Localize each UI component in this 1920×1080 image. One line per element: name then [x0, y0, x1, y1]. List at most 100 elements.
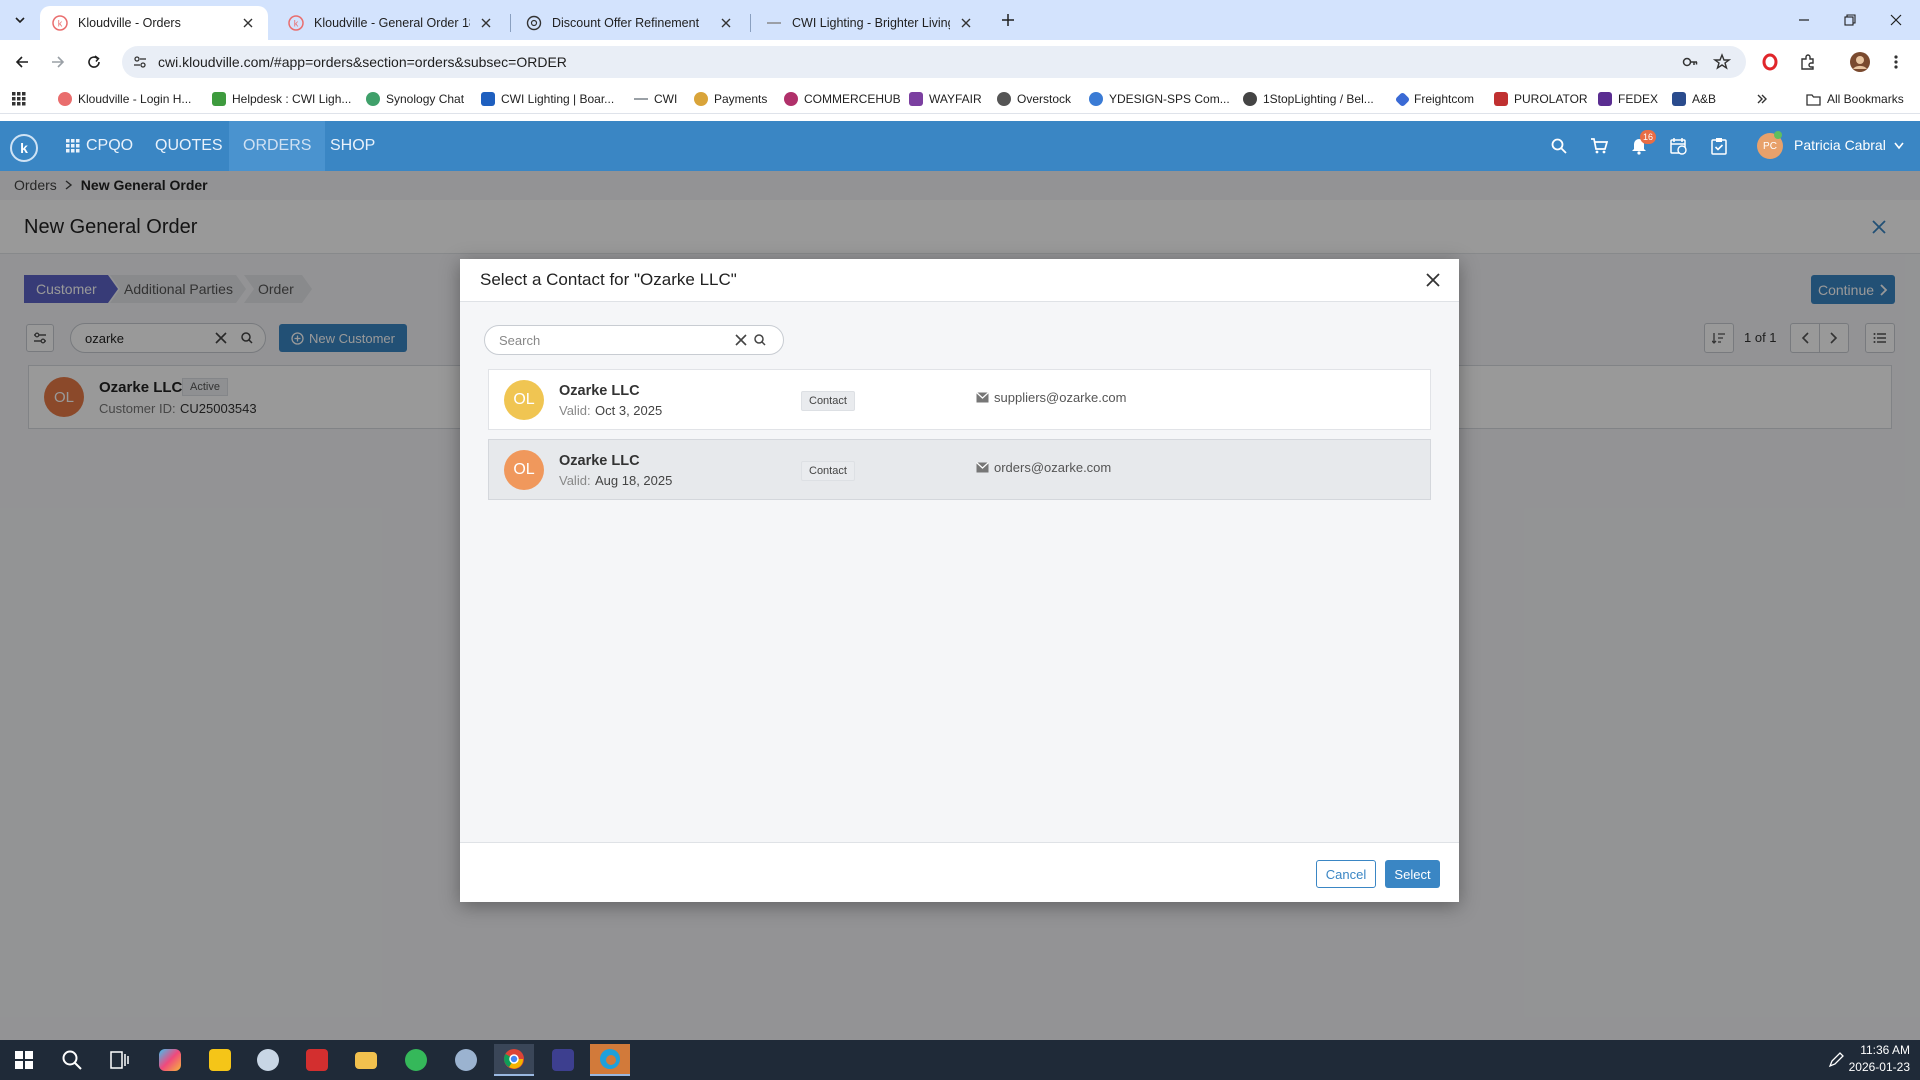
cancel-button[interactable]: Cancel	[1316, 860, 1376, 888]
bookmark-label: 1StopLighting / Bel...	[1263, 92, 1374, 106]
tab-search-chevron-icon[interactable]	[8, 8, 32, 32]
cart-icon[interactable]	[1587, 134, 1611, 158]
windows-start-icon[interactable]	[4, 1044, 44, 1076]
contact-valid-label: Valid:	[559, 473, 591, 488]
contact-list-item[interactable]: OL Ozarke LLC Valid: Oct 3, 2025 Contact…	[488, 369, 1431, 430]
close-icon[interactable]	[1423, 270, 1443, 290]
chat-app-icon[interactable]	[396, 1044, 436, 1076]
bookmark-label: CWI Lighting | Boar...	[501, 92, 615, 106]
all-bookmarks-folder[interactable]: All Bookmarks	[1806, 89, 1904, 109]
notification-badge: 16	[1640, 130, 1656, 144]
snipping-tool-icon[interactable]	[446, 1044, 486, 1076]
bookmark-a-and-b[interactable]: A&B	[1672, 89, 1716, 109]
cwi-bookmark-icon	[634, 98, 648, 100]
apps-grid-icon[interactable]	[12, 89, 26, 109]
bookmark-ydesign-sps[interactable]: YDESIGN-SPS Com...	[1089, 89, 1230, 109]
bookmark-label: A&B	[1692, 92, 1717, 106]
close-window-icon[interactable]	[1876, 6, 1916, 34]
nav-cpqo-label: CPQO	[86, 137, 134, 154]
app-launcher-icon[interactable]	[543, 1044, 583, 1076]
acrobat-reader-icon[interactable]	[297, 1044, 337, 1076]
site-settings-icon[interactable]	[132, 54, 148, 70]
bookmark-freightcom[interactable]: Freightcom	[1394, 89, 1474, 109]
search-icon[interactable]	[754, 334, 766, 346]
browser-menu-icon[interactable]	[1884, 50, 1908, 74]
close-tab-icon[interactable]	[240, 15, 256, 31]
user-menu[interactable]: Patricia Cabral	[1794, 137, 1904, 153]
tab-title: CWI Lighting - Brighter Living. S	[792, 16, 950, 30]
all-bookmarks-label: All Bookmarks	[1827, 92, 1904, 106]
profile-avatar-icon[interactable]	[1848, 50, 1872, 74]
reload-icon[interactable]	[82, 50, 106, 74]
contact-type-badge: Contact	[801, 391, 855, 411]
taskbar-date: 2026-01-23	[1848, 1060, 1910, 1074]
search-icon[interactable]	[1547, 134, 1571, 158]
contact-name: Ozarke LLC	[559, 453, 640, 469]
browser-tab-kloudville-orders[interactable]: k Kloudville - Orders	[40, 6, 268, 40]
fedex-bookmark-icon	[1598, 92, 1612, 106]
copilot-icon[interactable]	[150, 1044, 190, 1076]
folder-icon	[1806, 93, 1821, 106]
bookmark-purolator[interactable]: PUROLATOR	[1494, 89, 1588, 109]
close-tab-icon[interactable]	[958, 15, 974, 31]
bookmark-payments[interactable]: Payments	[694, 89, 767, 109]
browser-tab-cwi-lighting[interactable]: CWI Lighting - Brighter Living. S	[754, 6, 986, 40]
bookmark-cwi[interactable]: CWI	[634, 89, 677, 109]
clipboard-check-icon[interactable]	[1707, 134, 1731, 158]
synology-chat-bookmark-icon	[366, 92, 380, 106]
calendar-clock-icon[interactable]	[1667, 134, 1691, 158]
close-tab-icon[interactable]	[478, 15, 494, 31]
address-bar[interactable]: cwi.kloudville.com/#app=orders&section=o…	[122, 46, 1746, 78]
password-key-icon[interactable]	[1678, 50, 1702, 74]
extensions-puzzle-icon[interactable]	[1796, 50, 1820, 74]
browser-toolbar: cwi.kloudville.com/#app=orders&section=o…	[0, 40, 1920, 84]
bookmark-label: YDESIGN-SPS Com...	[1109, 92, 1230, 106]
bookmark-star-icon[interactable]	[1710, 50, 1734, 74]
more-bookmarks-chevron-icon[interactable]	[1756, 89, 1768, 109]
nav-quotes[interactable]: QUOTES	[145, 121, 233, 171]
nav-cpqo[interactable]: CPQO	[62, 121, 137, 171]
close-tab-icon[interactable]	[718, 15, 734, 31]
chrome-browser-icon[interactable]	[494, 1044, 534, 1076]
nav-orders[interactable]: ORDERS	[229, 121, 326, 171]
taskbar-time: 11:36 AM	[1860, 1043, 1910, 1057]
tab-separator	[510, 14, 511, 32]
tab-title: Kloudville - Orders	[78, 16, 181, 30]
opera-extension-icon[interactable]	[1758, 50, 1782, 74]
bookmark-cwi-lighting-board[interactable]: CWI Lighting | Boar...	[481, 89, 614, 109]
bookmark-fedex[interactable]: FEDEX	[1598, 89, 1658, 109]
sticky-notes-icon[interactable]	[200, 1044, 240, 1076]
modal-title: Select a Contact for "Ozarke LLC"	[480, 270, 737, 289]
bookmark-wayfair[interactable]: WAYFAIR	[909, 89, 982, 109]
bookmark-commercehub[interactable]: COMMERCEHUB	[784, 89, 901, 109]
bookmark-1stoplighting[interactable]: 1StopLighting / Bel...	[1243, 89, 1374, 109]
bookmark-label: COMMERCEHUB	[804, 92, 901, 106]
contact-avatar: OL	[504, 450, 544, 490]
restore-window-icon[interactable]	[1830, 6, 1870, 34]
browser-tab-discount-offer[interactable]: Discount Offer Refinement	[514, 6, 746, 40]
ai-chat-favicon-icon	[526, 15, 542, 31]
search-icon[interactable]	[52, 1044, 92, 1076]
back-arrow-icon[interactable]	[10, 50, 34, 74]
nav-shop[interactable]: SHOP	[320, 121, 385, 171]
bookmark-overstock[interactable]: Overstock	[997, 89, 1071, 109]
browser-tab-general-order[interactable]: k Kloudville - General Order 1817	[276, 6, 506, 40]
contact-search-field[interactable]	[484, 325, 784, 355]
contact-list-item-selected[interactable]: OL Ozarke LLC Valid: Aug 18, 2025 Contac…	[488, 439, 1431, 500]
bookmark-kloudville-login[interactable]: Kloudville - Login H...	[58, 89, 191, 109]
task-view-icon[interactable]	[100, 1044, 140, 1076]
clear-search-icon[interactable]	[735, 334, 747, 346]
bookmark-synology-chat[interactable]: Synology Chat	[366, 89, 464, 109]
select-button[interactable]: Select	[1385, 860, 1440, 888]
edge-browser-icon[interactable]	[590, 1044, 630, 1076]
kloudville-logo[interactable]: k	[10, 134, 38, 162]
freightcom-bookmark-icon	[1394, 91, 1411, 107]
minimize-window-icon[interactable]	[1784, 6, 1824, 34]
contact-search-input[interactable]	[499, 332, 729, 348]
paint-tool-icon[interactable]	[248, 1044, 288, 1076]
new-tab-plus-icon[interactable]	[996, 8, 1020, 32]
file-explorer-icon[interactable]	[346, 1044, 386, 1076]
contact-name: Ozarke LLC	[559, 383, 640, 399]
forward-arrow-icon[interactable]	[46, 50, 70, 74]
bookmark-helpdesk[interactable]: Helpdesk : CWI Ligh...	[212, 89, 351, 109]
